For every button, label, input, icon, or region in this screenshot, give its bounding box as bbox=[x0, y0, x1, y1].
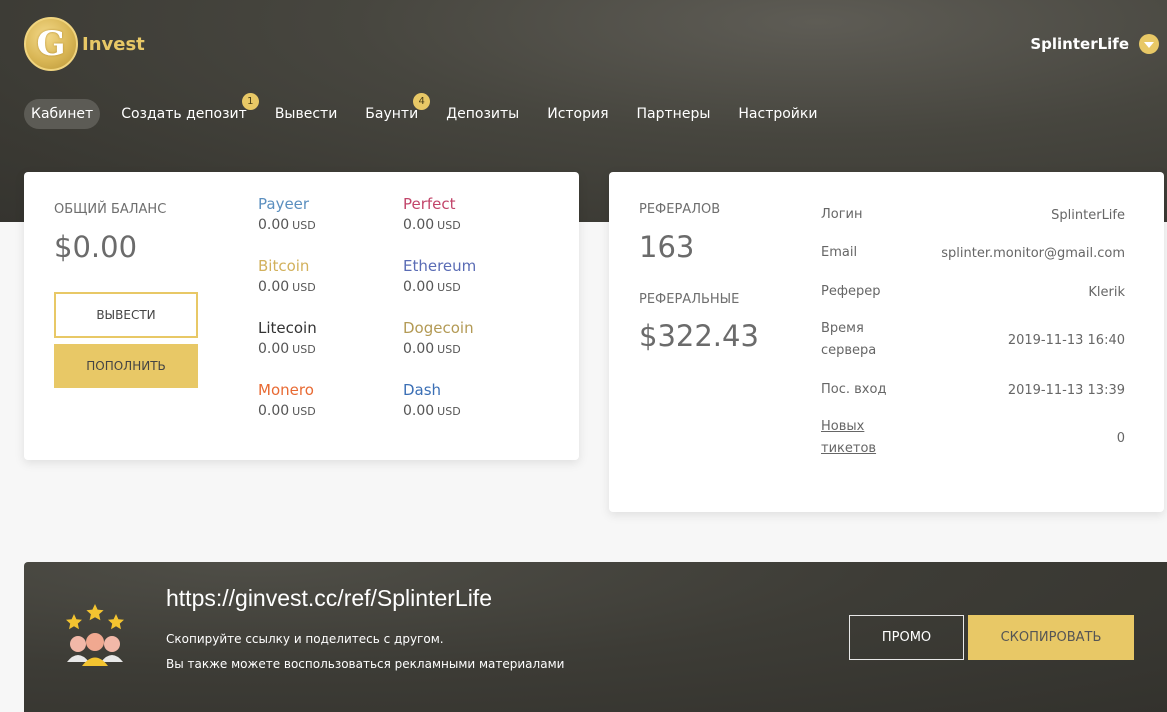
wallet-dogecoin: Dogecoin 0.00 USD bbox=[403, 319, 474, 357]
info-row-referer: Реферер Klerik bbox=[821, 284, 1125, 300]
notification-badge: 1 bbox=[241, 93, 259, 110]
referral-team-icon bbox=[66, 604, 124, 666]
logo-coin-icon: G bbox=[24, 17, 78, 71]
wallet-payeer: Payeer 0.00 USD bbox=[258, 195, 316, 233]
star-icon bbox=[86, 604, 104, 621]
wallet-ethereum: Ethereum 0.00 USD bbox=[403, 257, 477, 295]
chevron-down-icon[interactable] bbox=[1139, 34, 1159, 54]
info-row-new-tickets: Новых тикетов 0 bbox=[821, 416, 1125, 460]
balance-card: Общий баланс $0.00 Вывести Пополнить Pay… bbox=[24, 172, 579, 460]
new-tickets-link[interactable]: Новых тикетов bbox=[821, 416, 901, 460]
star-icon bbox=[66, 614, 82, 630]
nav-item-history[interactable]: История bbox=[540, 99, 615, 129]
referral-description-secondary: Вы также можете воспользоваться рекламны… bbox=[166, 657, 565, 671]
brand-name: Invest bbox=[82, 33, 145, 55]
deposit-button[interactable]: Пополнить bbox=[54, 344, 198, 388]
wallet-litecoin: Litecoin 0.00 USD bbox=[258, 319, 317, 357]
withdraw-button[interactable]: Вывести bbox=[54, 292, 198, 338]
wallet-perfect: Perfect 0.00 USD bbox=[403, 195, 461, 233]
info-row-server-time: Время сервера 2019-11-13 16:40 bbox=[821, 321, 1125, 358]
star-icon bbox=[108, 614, 124, 630]
nav-item-deposits[interactable]: Депозиты bbox=[439, 99, 526, 129]
notification-badge: 4 bbox=[413, 93, 431, 110]
referrals-count-title: Рефералов bbox=[639, 202, 721, 217]
user-menu[interactable]: SplinterLife bbox=[1030, 34, 1159, 54]
wallet-bitcoin: Bitcoin 0.00 USD bbox=[258, 257, 316, 295]
info-row-email: Email splinter.monitor@gmail.com bbox=[821, 245, 1125, 261]
referral-earnings: $322.43 bbox=[639, 319, 759, 353]
info-row-last-login: Пос. вход 2019-11-13 13:39 bbox=[821, 382, 1125, 398]
referral-url[interactable]: https://ginvest.cc/ref/SplinterLife bbox=[166, 585, 492, 612]
brand-logo[interactable]: G Invest bbox=[24, 17, 145, 71]
nav-item-settings[interactable]: Настройки bbox=[731, 99, 824, 129]
nav-item-partners[interactable]: Партнеры bbox=[630, 99, 718, 129]
main-nav: Кабинет Создать депозит 1 Вывести Баунти 4… bbox=[24, 93, 838, 129]
info-row-login: Логин SplinterLife bbox=[821, 207, 1125, 223]
wallet-monero: Monero 0.00 USD bbox=[258, 381, 316, 419]
referral-description: Скопируйте ссылку и поделитесь с другом. bbox=[166, 632, 444, 646]
referrals-count: 163 bbox=[639, 230, 695, 264]
balance-total: $0.00 bbox=[54, 230, 138, 264]
user-name: SplinterLife bbox=[1030, 35, 1129, 53]
balance-title: Общий баланс bbox=[54, 202, 167, 217]
promo-button[interactable]: Промо bbox=[849, 615, 964, 660]
nav-item-cabinet[interactable]: Кабинет bbox=[24, 99, 101, 129]
referral-earnings-title: Реферальные bbox=[639, 292, 740, 307]
nav-item-withdraw[interactable]: Вывести bbox=[268, 99, 344, 129]
referrals-card: Рефералов 163 Реферальные $322.43 Логин … bbox=[609, 172, 1164, 512]
wallet-dash: Dash 0.00 USD bbox=[403, 381, 461, 419]
nav-item-create-deposit[interactable]: Создать депозит 1 bbox=[114, 93, 259, 129]
referral-link-bar: https://ginvest.cc/ref/SplinterLife Скоп… bbox=[24, 562, 1167, 712]
nav-item-bounty[interactable]: Баунти 4 bbox=[358, 93, 431, 129]
copy-link-button[interactable]: Скопировать bbox=[968, 615, 1134, 660]
